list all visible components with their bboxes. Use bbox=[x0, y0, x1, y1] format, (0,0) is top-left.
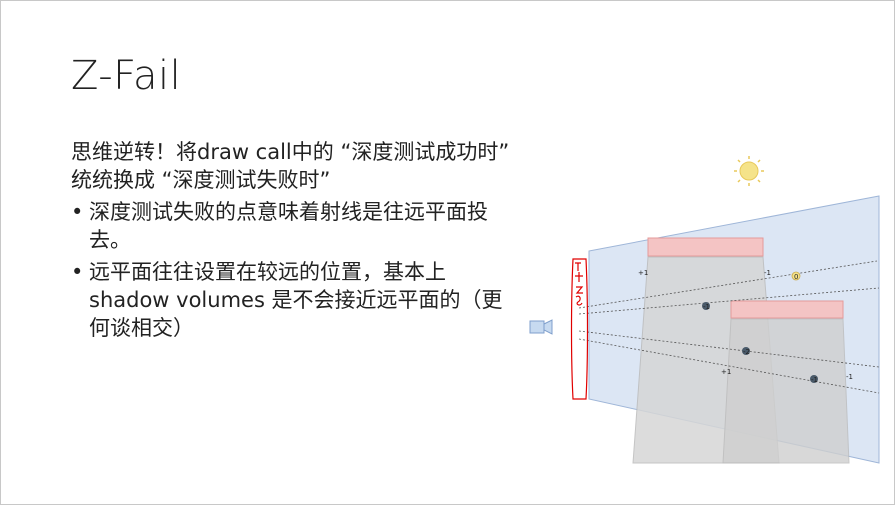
counter-label: -1 bbox=[846, 373, 853, 381]
counter-label: -1 bbox=[811, 376, 818, 384]
slide-body: 思维逆转！将draw call中的 “深度测试成功时” 统统换成 “深度测试失败… bbox=[71, 138, 511, 342]
bullet-item: 深度测试失败的点意味着射线是往远平面投去。 bbox=[71, 198, 511, 254]
handwritten-annotation bbox=[570, 258, 589, 400]
occluder-1 bbox=[647, 237, 764, 257]
bullet-item: 远平面往往设置在较远的位置，基本上 shadow volumes 是不会接近远平… bbox=[71, 258, 511, 342]
counter-label: 0 bbox=[794, 273, 798, 281]
shadow-volume-2 bbox=[722, 318, 850, 464]
z-fail-diagram: +1 -1 0 -1 -2 +1 -1 -1 bbox=[529, 156, 880, 464]
counter-label: -2 bbox=[743, 348, 750, 356]
sun-icon bbox=[734, 156, 764, 186]
counter-label: +1 bbox=[638, 269, 648, 277]
intro-paragraph: 思维逆转！将draw call中的 “深度测试成功时” 统统换成 “深度测试失败… bbox=[71, 140, 510, 192]
slide-title: Z-Fail bbox=[71, 53, 182, 99]
counter-label: -1 bbox=[764, 269, 771, 277]
counter-label: +1 bbox=[721, 368, 731, 376]
counter-label: -1 bbox=[703, 303, 710, 311]
occluder-2 bbox=[730, 300, 844, 319]
slide: Z-Fail 思维逆转！将draw call中的 “深度测试成功时” 统统换成 … bbox=[0, 0, 895, 505]
camera-icon bbox=[529, 319, 553, 335]
